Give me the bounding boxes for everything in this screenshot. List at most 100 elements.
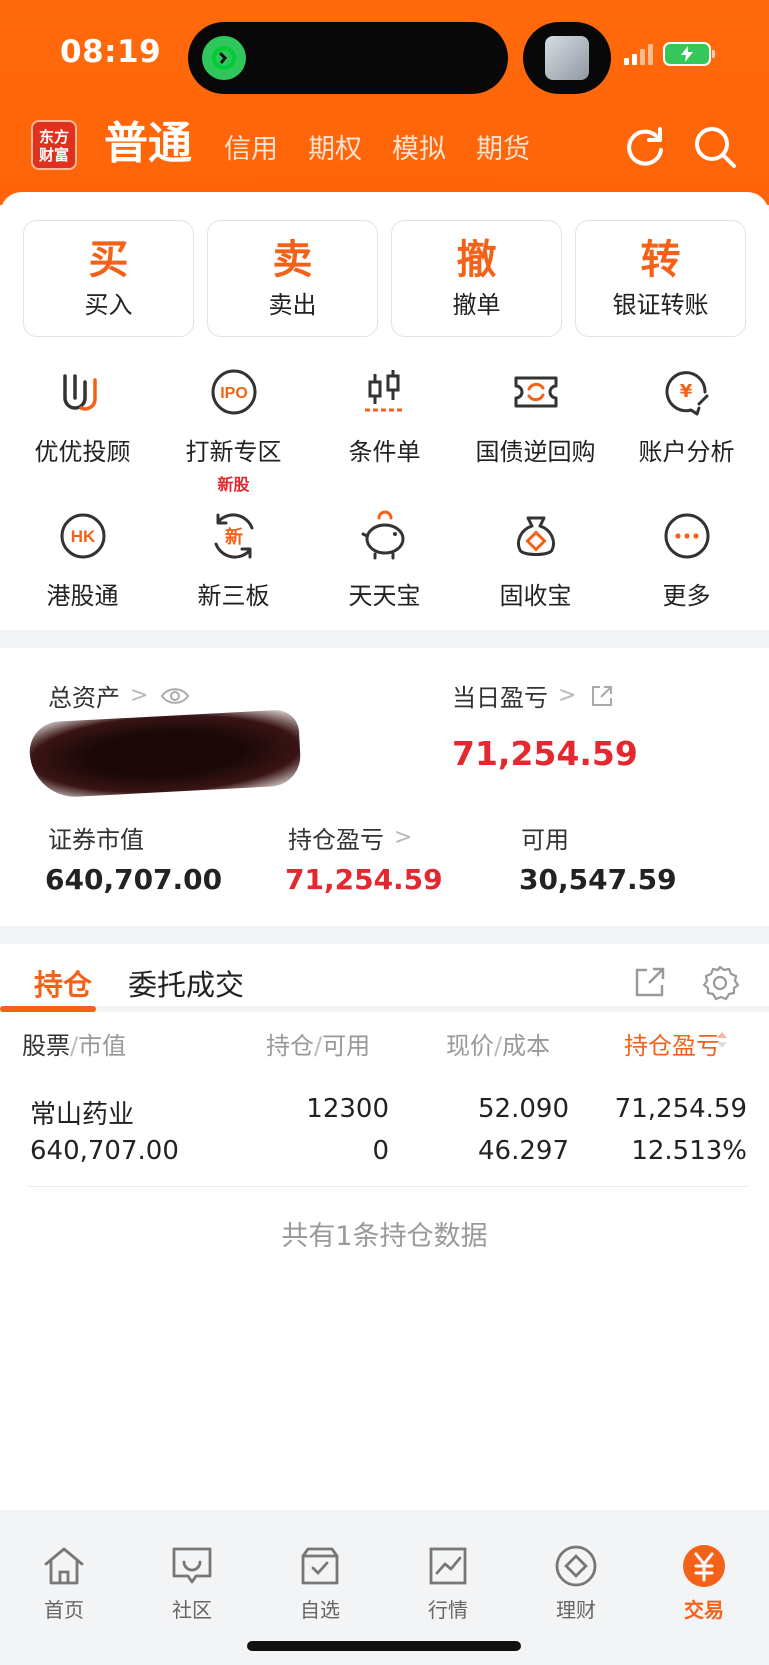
col-head-stock[interactable]: 股票/市值 — [22, 1026, 126, 1061]
row-divider — [28, 1186, 748, 1187]
stock-price: 52.090 — [478, 1094, 569, 1124]
col-head-pnl[interactable]: 持仓盈亏 — [624, 1026, 727, 1061]
col-market-value-label: 市值 — [78, 1032, 127, 1060]
sell-label: 卖出 — [268, 290, 317, 319]
grid-label: 新三板 — [197, 582, 270, 610]
market-icon — [429, 1547, 467, 1585]
ipo-icon: IPO — [211, 369, 256, 415]
stock-market-value: 640,707.00 — [30, 1136, 179, 1166]
community-icon — [172, 1547, 212, 1584]
grid-item-conditional-order[interactable]: 条件单 — [309, 360, 460, 500]
stock-available: 0 — [372, 1136, 389, 1166]
col-stock-label: 股票 — [22, 1032, 70, 1060]
stock-name: 常山药业 — [30, 1100, 135, 1130]
home-icon — [44, 1547, 84, 1585]
nav-market[interactable]: 行情 — [384, 1542, 512, 1623]
daily-pnl-label: 当日盈亏 — [452, 684, 548, 712]
col-pnl-label: 持仓盈亏 — [624, 1032, 720, 1060]
eye-icon[interactable] — [160, 686, 190, 706]
home-indicator[interactable] — [247, 1641, 521, 1651]
export-icon[interactable] — [634, 966, 666, 998]
grid-label: 固收宝 — [499, 582, 572, 610]
grid-item-tiantianbao[interactable]: 天天宝 — [309, 504, 460, 644]
position-pnl-label: 持仓盈亏 — [288, 826, 384, 854]
settings-icon[interactable] — [701, 964, 739, 1002]
sort-icon — [717, 1032, 727, 1048]
nav-label: 行情 — [428, 1598, 468, 1622]
youyou-icon — [62, 374, 97, 411]
stock-pnl: 71,254.59 — [614, 1094, 747, 1124]
grid-item-youyou[interactable]: 优优投顾 — [7, 360, 158, 500]
cancel-order-button[interactable]: 撤 撤单 — [391, 220, 562, 337]
col-cost-label: 成本 — [502, 1032, 551, 1060]
nav-home[interactable]: 首页 — [0, 1542, 128, 1623]
grid-label: 天天宝 — [348, 582, 421, 610]
buy-button[interactable]: 买 买入 — [23, 220, 194, 337]
chevron-right-icon: > — [394, 825, 413, 850]
holdings-count: 共有1条持仓数据 — [281, 1221, 488, 1252]
album-art-icon — [545, 36, 589, 80]
daily-pnl-link[interactable]: 当日盈亏 > — [452, 678, 614, 713]
cancel-label: 撤单 — [452, 290, 501, 319]
grid-label: 港股通 — [46, 582, 119, 610]
svg-text:¥: ¥ — [679, 381, 692, 402]
search-icon[interactable] — [692, 124, 738, 170]
grid-item-gushoubao[interactable]: 固收宝 — [460, 504, 611, 644]
available-label: 可用 — [521, 826, 569, 854]
analysis-icon: ¥ — [665, 371, 708, 416]
nav-community[interactable]: 社区 — [128, 1542, 256, 1623]
total-assets-label: 总资产 — [48, 684, 120, 712]
col-head-price[interactable]: 现价/成本 — [446, 1026, 550, 1061]
cancel-glyph: 撤 — [456, 236, 497, 283]
nav-finance[interactable]: 理财 — [512, 1542, 640, 1623]
grid-item-repo[interactable]: 国债逆回购 — [460, 360, 611, 500]
svg-text:新: 新 — [225, 526, 243, 548]
tab-options[interactable]: 期权 — [308, 128, 362, 172]
transfer-label: 银证转账 — [612, 290, 709, 319]
new-stock-badge: 新股 — [217, 475, 250, 494]
tab-normal[interactable]: 普通 — [104, 116, 192, 172]
col-head-position[interactable]: 持仓/可用 — [266, 1026, 370, 1061]
new-board-icon: 新 — [214, 513, 253, 559]
battery-icon — [663, 42, 715, 66]
quick-trade-buttons: 买 买入 卖 卖出 撤 撤单 转 银证转账 — [23, 220, 746, 337]
bottom-nav: 首页 社区 自选 行情 理财 交易 — [0, 1542, 769, 1623]
grid-label: 账户分析 — [638, 438, 735, 466]
refresh-icon[interactable] — [622, 124, 668, 170]
stock-cost: 46.297 — [478, 1136, 569, 1166]
candlestick-icon — [364, 370, 405, 412]
trade-icon — [683, 1545, 725, 1587]
transfer-glyph: 转 — [640, 236, 681, 283]
col-price-label: 现价 — [446, 1032, 494, 1060]
tab-futures[interactable]: 期货 — [476, 128, 530, 172]
tab-positions[interactable]: 持仓 — [34, 962, 92, 1004]
position-pnl-link[interactable]: 持仓盈亏 > — [288, 820, 412, 855]
sell-button[interactable]: 卖 卖出 — [207, 220, 378, 337]
nav-trade[interactable]: 交易 — [640, 1542, 768, 1623]
share-icon[interactable] — [590, 684, 614, 708]
nav-label: 理财 — [556, 1598, 596, 1622]
live-activity-pill — [523, 22, 611, 94]
tab-credit[interactable]: 信用 — [224, 128, 278, 172]
asset-summary: 总资产 > 当日盈亏 > 71,254.59 证券市值 640,707.00 持… — [0, 648, 769, 926]
grid-item-ipo[interactable]: IPO 打新专区 新股 — [158, 360, 309, 500]
tab-orders[interactable]: 委托成交 — [128, 962, 244, 1004]
grid-item-new-third-board[interactable]: 新 新三板 — [158, 504, 309, 644]
grid-item-hk-connect[interactable]: HK 港股通 — [7, 504, 158, 644]
grid-label: 国债逆回购 — [475, 438, 596, 466]
hk-icon: HK — [60, 513, 105, 559]
feature-grid: 优优投顾 IPO 打新专区 新股 条件单 国债逆回购 ¥ 账户分析 HK 港股通… — [7, 360, 762, 644]
watchlist-icon — [301, 1547, 339, 1585]
nav-watchlist[interactable]: 自选 — [256, 1542, 384, 1623]
nav-label: 交易 — [684, 1598, 724, 1622]
money-bag-icon — [516, 516, 555, 556]
app-logo[interactable]: 东方 财富 — [31, 120, 77, 170]
total-assets-link[interactable]: 总资产 > — [48, 678, 190, 713]
redacted-total-assets — [28, 708, 302, 800]
bank-transfer-button[interactable]: 转 银证转账 — [575, 220, 746, 337]
grid-item-more[interactable]: 更多 — [611, 504, 762, 644]
grid-item-account-analysis[interactable]: ¥ 账户分析 — [611, 360, 762, 500]
tab-simulated[interactable]: 模拟 — [392, 128, 446, 172]
stock-pnl-percent: 12.513% — [631, 1136, 747, 1166]
tabs-divider — [0, 1006, 769, 1012]
